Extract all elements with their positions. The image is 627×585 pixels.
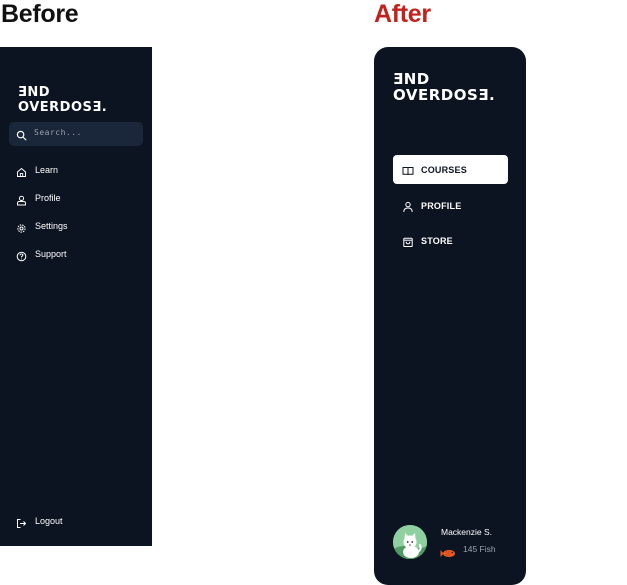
- book-icon: [402, 164, 414, 176]
- after-logo[interactable]: ƎND OVERDOSƎ.: [393, 71, 495, 103]
- fish-icon: [440, 545, 456, 558]
- nav-item-store[interactable]: STORE: [393, 226, 508, 255]
- sidebar-item-settings[interactable]: Settings: [16, 218, 68, 234]
- shopping-bag-icon: [402, 235, 414, 247]
- nav-item-label: COURSES: [421, 164, 467, 175]
- logo-line-2: OVERDOSƎ.: [393, 86, 496, 104]
- user-icon: [402, 200, 414, 212]
- nav-item-profile[interactable]: PROFILE: [393, 191, 508, 220]
- sidebar-item-support[interactable]: Support: [16, 246, 67, 262]
- search-icon: [16, 128, 27, 141]
- search-field[interactable]: Search...: [9, 122, 143, 146]
- sidebar-item-label: Support: [35, 249, 67, 259]
- before-logo[interactable]: ƎND OVERDOSƎ.: [18, 85, 107, 115]
- logout-button[interactable]: Logout: [16, 513, 63, 529]
- after-heading: After: [374, 0, 431, 28]
- sidebar-item-label: Learn: [35, 165, 59, 175]
- sidebar-item-label: Profile: [35, 193, 61, 203]
- user-name: Mackenzie S.: [441, 527, 493, 537]
- nav-item-label: STORE: [421, 235, 453, 246]
- gear-icon: [16, 221, 27, 233]
- logo-line-1: ƎND: [393, 70, 430, 88]
- fish-count: 145 Fish: [463, 544, 496, 554]
- logout-label: Logout: [35, 516, 63, 526]
- cat-avatar-icon: [393, 525, 427, 559]
- nav-item-label: PROFILE: [421, 200, 462, 211]
- logo-line-1: ƎND: [18, 85, 51, 100]
- home-icon: [16, 165, 27, 177]
- help-circle-icon: [16, 249, 27, 261]
- sidebar-item-profile[interactable]: Profile: [16, 190, 61, 206]
- search-input[interactable]: Search...: [34, 128, 82, 137]
- nav-item-courses[interactable]: COURSES: [393, 155, 508, 184]
- sidebar-item-learn[interactable]: Learn: [16, 162, 58, 178]
- after-sidebar: ƎND OVERDOSƎ. COURSES PROFILE STORE Mack…: [374, 47, 526, 585]
- logo-line-2: OVERDOSƎ.: [18, 100, 108, 115]
- sidebar-item-label: Settings: [35, 221, 68, 231]
- user-icon: [16, 193, 27, 205]
- before-sidebar: ƎND OVERDOSƎ. Search... Learn Profile Se…: [0, 47, 152, 546]
- logout-icon: [16, 516, 27, 528]
- before-heading: Before: [1, 0, 79, 28]
- avatar[interactable]: [393, 525, 427, 559]
